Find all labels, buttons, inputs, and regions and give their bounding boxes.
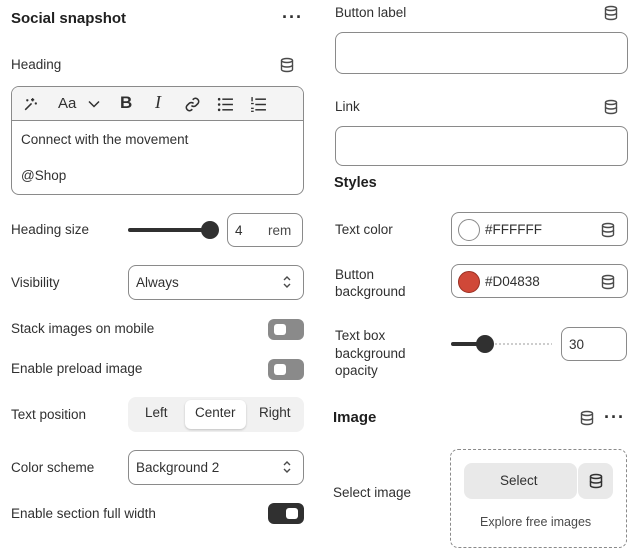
text-box-opacity-label: Text box background opacity bbox=[335, 327, 406, 380]
heading-line-2: @Shop bbox=[21, 168, 67, 183]
database-icon[interactable] bbox=[579, 410, 595, 426]
text-position-center[interactable]: Center bbox=[195, 405, 236, 420]
button-background-label-line1: Button bbox=[335, 267, 375, 282]
text-box-opacity-label-line1: Text box bbox=[335, 328, 386, 343]
button-background-label-line2: background bbox=[335, 284, 406, 299]
text-color-swatch[interactable] bbox=[458, 219, 480, 241]
full-width-toggle[interactable] bbox=[268, 503, 304, 524]
color-scheme-value: Background 2 bbox=[136, 460, 220, 475]
stack-images-label: Stack images on mobile bbox=[11, 321, 155, 336]
preload-image-toggle[interactable] bbox=[268, 359, 304, 380]
visibility-label: Visibility bbox=[11, 275, 60, 290]
chevron-down-icon[interactable] bbox=[88, 99, 100, 109]
select-image-button[interactable]: Select bbox=[464, 463, 577, 499]
button-background-picker[interactable]: #D04838 bbox=[451, 264, 628, 298]
bullet-list-icon[interactable] bbox=[217, 96, 234, 113]
magic-icon[interactable] bbox=[22, 96, 39, 113]
section-title: Social snapshot bbox=[11, 10, 127, 27]
chevron-updown-icon bbox=[283, 461, 291, 473]
opacity-value: 30 bbox=[569, 337, 585, 352]
text-position-segmented: Left Center Right bbox=[128, 397, 304, 432]
database-icon bbox=[589, 473, 603, 489]
italic-icon[interactable]: I bbox=[155, 92, 161, 113]
link-icon[interactable] bbox=[184, 96, 201, 113]
text-color-label: Text color bbox=[335, 222, 393, 237]
font-icon[interactable]: Aa bbox=[58, 95, 76, 112]
heading-label: Heading bbox=[11, 57, 62, 72]
stack-images-toggle[interactable] bbox=[268, 319, 304, 340]
select-image-button-label: Select bbox=[500, 473, 538, 488]
bold-icon[interactable]: B bbox=[120, 93, 132, 113]
text-color-picker[interactable]: #FFFFFF bbox=[451, 212, 628, 246]
numbered-list-icon[interactable] bbox=[250, 96, 267, 113]
opacity-input[interactable]: 30 bbox=[561, 327, 627, 361]
styles-title: Styles bbox=[334, 175, 377, 191]
more-icon[interactable]: ··· bbox=[282, 8, 303, 26]
database-icon[interactable] bbox=[603, 99, 619, 115]
text-position-right[interactable]: Right bbox=[259, 405, 291, 420]
image-title: Image bbox=[333, 409, 377, 426]
button-background-label: Button background bbox=[335, 266, 406, 300]
editor-toolbar: Aa B I bbox=[12, 87, 303, 121]
select-image-source-button[interactable] bbox=[578, 463, 613, 499]
color-scheme-label: Color scheme bbox=[11, 460, 95, 475]
more-icon[interactable]: ··· bbox=[604, 408, 625, 426]
text-position-label: Text position bbox=[11, 407, 87, 422]
preload-image-label: Enable preload image bbox=[11, 361, 143, 376]
database-icon[interactable] bbox=[603, 5, 619, 21]
text-box-opacity-label-line2: background bbox=[335, 345, 406, 361]
database-icon[interactable] bbox=[600, 274, 616, 290]
button-background-swatch[interactable] bbox=[458, 271, 480, 293]
heading-size-input[interactable]: 4 rem bbox=[227, 213, 303, 247]
full-width-label: Enable section full width bbox=[11, 506, 156, 521]
heading-size-slider-track[interactable] bbox=[128, 228, 210, 232]
text-position-left[interactable]: Left bbox=[145, 405, 168, 420]
explore-free-images-link[interactable]: Explore free images bbox=[480, 515, 591, 529]
button-label-label: Button label bbox=[335, 5, 407, 20]
chevron-updown-icon bbox=[283, 276, 291, 288]
image-dropzone[interactable]: Select Explore free images bbox=[450, 449, 627, 548]
heading-size-label: Heading size bbox=[11, 222, 90, 237]
visibility-select[interactable]: Always bbox=[128, 265, 304, 300]
visibility-value: Always bbox=[136, 275, 179, 290]
text-color-value: #FFFFFF bbox=[485, 222, 542, 237]
heading-size-slider-thumb[interactable] bbox=[201, 221, 219, 239]
button-label-input[interactable] bbox=[335, 32, 628, 74]
opacity-slider-thumb[interactable] bbox=[476, 335, 494, 353]
heading-editor[interactable]: Aa B I Connect with the movement @Shop bbox=[11, 86, 304, 195]
opacity-slider-track[interactable] bbox=[486, 343, 552, 345]
database-icon[interactable] bbox=[600, 222, 616, 238]
color-scheme-select[interactable]: Background 2 bbox=[128, 450, 304, 485]
heading-size-value: 4 bbox=[235, 223, 243, 238]
select-image-label: Select image bbox=[333, 485, 412, 500]
button-background-value: #D04838 bbox=[485, 274, 540, 289]
link-label: Link bbox=[335, 99, 360, 114]
heading-line-1: Connect with the movement bbox=[21, 132, 189, 147]
heading-size-unit: rem bbox=[268, 223, 292, 238]
link-input[interactable] bbox=[335, 126, 628, 166]
text-box-opacity-label-line3: opacity bbox=[335, 363, 378, 378]
database-icon[interactable] bbox=[279, 57, 295, 73]
